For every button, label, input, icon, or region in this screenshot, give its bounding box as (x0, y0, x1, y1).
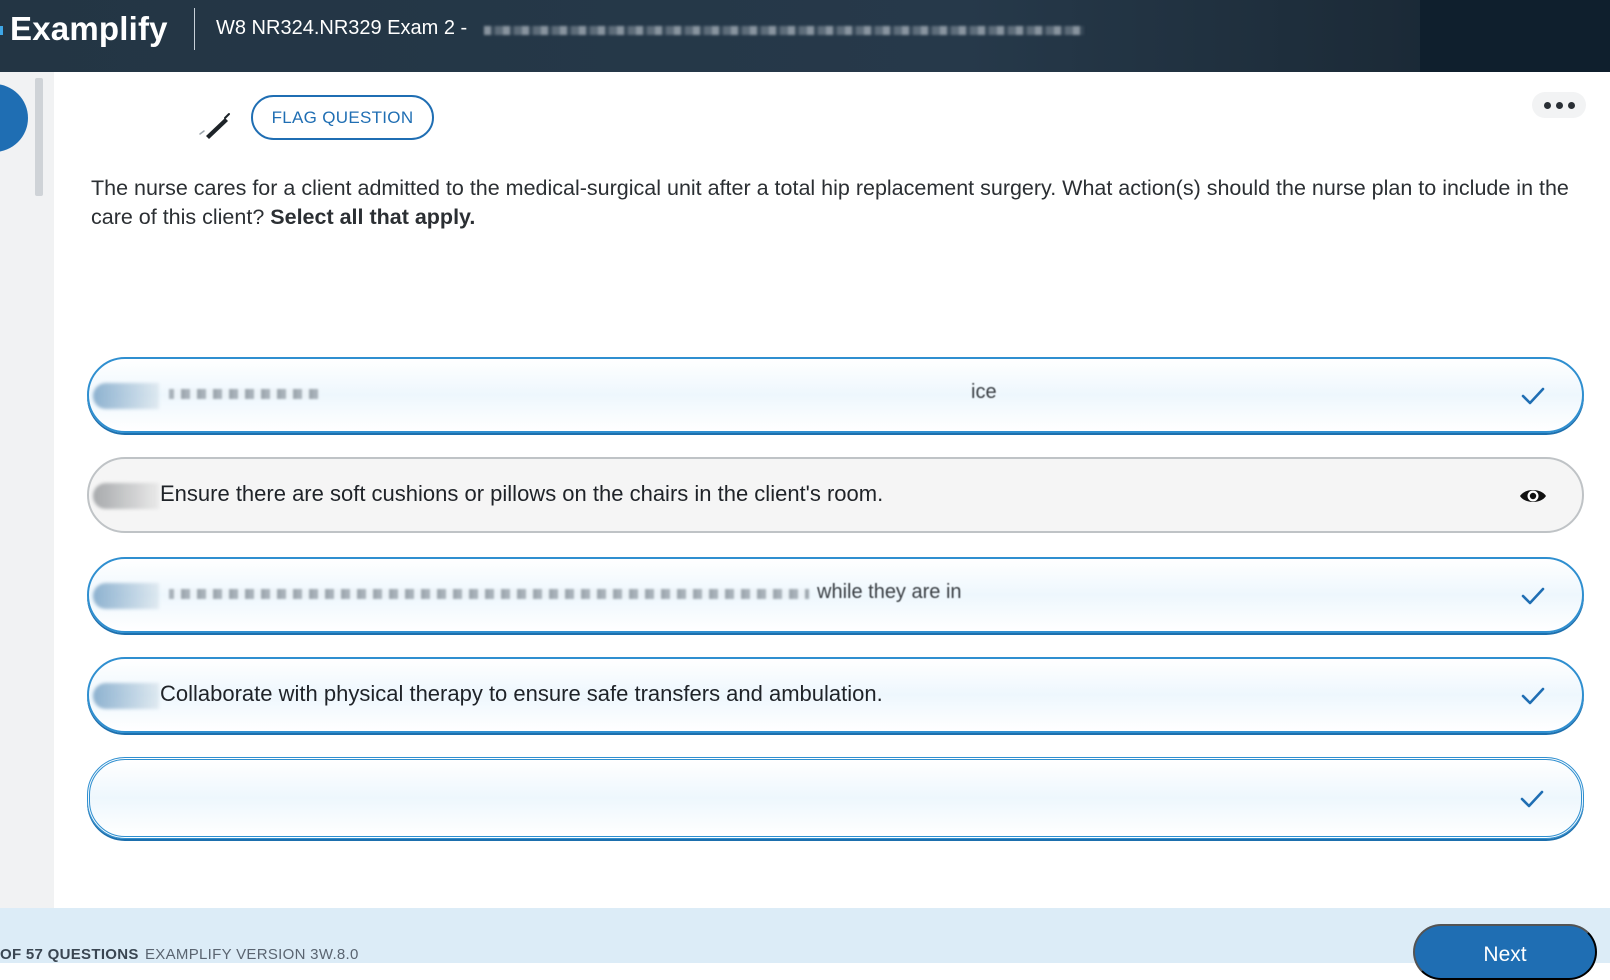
option-text-fragment: while they are in (817, 581, 962, 603)
more-options-icon (1567, 101, 1575, 109)
option-text-obscured (169, 589, 809, 599)
option-text-fragment: ice (971, 381, 997, 403)
highlighter-pen-icon[interactable] (196, 110, 232, 140)
checkmark-icon (1521, 687, 1545, 705)
answer-option-5[interactable] (87, 757, 1584, 839)
more-options-icon (1555, 101, 1563, 109)
checkmark-icon (1520, 790, 1544, 808)
answer-option-3[interactable]: while they are in (87, 557, 1584, 633)
flag-question-button[interactable]: FLAG QUESTION (251, 95, 434, 140)
option-letter (93, 383, 159, 409)
question-stem: The nurse cares for a client admitted to… (91, 174, 1591, 232)
scrollbar-thumb[interactable] (35, 78, 43, 196)
app-logo: Examplify (10, 10, 168, 47)
option-letter (93, 483, 159, 509)
exam-title-obscured (484, 26, 1084, 35)
exam-title: W8 NR324.NR329 Exam 2 - (216, 17, 468, 39)
checkmark-icon (1521, 387, 1545, 405)
next-button[interactable]: Next (1413, 924, 1597, 980)
answer-option-2[interactable]: Ensure there are soft cushions or pillow… (87, 457, 1584, 533)
option-text-obscured (169, 389, 319, 399)
app-version: EXAMPLIFY VERSION 3W.8.0 (145, 946, 359, 963)
option-letter (93, 583, 159, 609)
answer-option-4[interactable]: Collaborate with physical therapy to ens… (87, 657, 1584, 733)
question-count: OF 57 QUESTIONS (0, 946, 139, 963)
header-divider (194, 8, 195, 50)
more-options-button[interactable] (1532, 92, 1586, 118)
option-letter (93, 683, 159, 709)
question-instruction: Select all that apply. (270, 205, 476, 229)
checkmark-icon (1521, 587, 1545, 605)
top-bar: Examplify W8 NR324.NR329 Exam 2 - (0, 0, 1610, 72)
answer-option-1[interactable]: ice (87, 357, 1584, 433)
brand-accent (0, 26, 3, 35)
header-right-panel (1420, 0, 1610, 72)
more-options-icon (1543, 101, 1551, 109)
eye-icon[interactable] (1518, 483, 1548, 509)
option-text: Collaborate with physical therapy to ens… (160, 681, 883, 706)
option-text: Ensure there are soft cushions or pillow… (160, 481, 884, 506)
left-rail (0, 72, 54, 908)
